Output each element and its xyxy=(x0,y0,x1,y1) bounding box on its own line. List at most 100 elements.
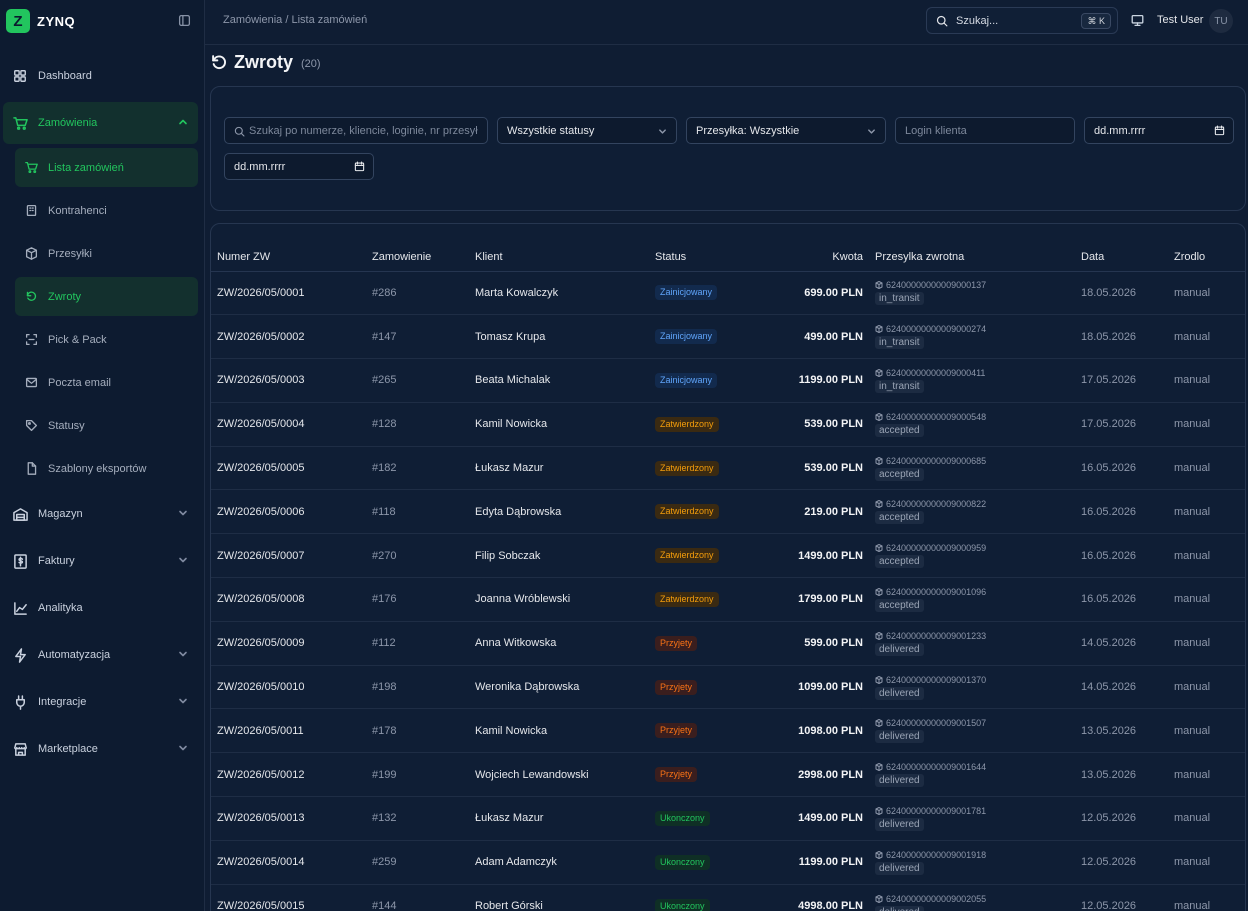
return-number[interactable]: ZW/2026/05/0014 xyxy=(211,840,366,885)
tracking-number[interactable]: 62400000000009000274 xyxy=(875,324,1069,334)
avatar[interactable]: TU xyxy=(1209,9,1233,33)
table-row[interactable]: ZW/2026/05/0003 #265 Beata Michalak Zainicj… xyxy=(211,358,1245,403)
return-number[interactable]: ZW/2026/05/0013 xyxy=(211,796,366,841)
return-number[interactable]: ZW/2026/05/0015 xyxy=(211,884,366,911)
tracking-number[interactable]: 62400000000009001507 xyxy=(875,718,1069,728)
tracking-number[interactable]: 62400000000009001370 xyxy=(875,675,1069,685)
tracking-number[interactable]: 62400000000009000959 xyxy=(875,543,1069,553)
return-number[interactable]: ZW/2026/05/0006 xyxy=(211,489,366,535)
table-row[interactable]: ZW/2026/05/0009 #112 Anna Witkowska Przyjet… xyxy=(211,621,1245,666)
table-row[interactable]: ZW/2026/05/0006 #118 Edyta Dąbrowska Zatwie… xyxy=(211,489,1245,535)
return-number[interactable]: ZW/2026/05/0008 xyxy=(211,577,366,622)
table-row[interactable]: ZW/2026/05/0004 #128 Kamil Nowicka Zatwierd… xyxy=(211,402,1245,447)
sidebar-subitem-szablony-eksportow[interactable]: Szablony eksportów xyxy=(15,449,198,488)
column-header[interactable]: Klient xyxy=(469,224,649,272)
tracking-number[interactable]: 62400000000009001918 xyxy=(875,850,1069,860)
order-link[interactable]: #132 xyxy=(366,796,469,841)
order-link[interactable]: #118 xyxy=(366,489,469,535)
sidebar-subitem-lista-zamowien[interactable]: Lista zamówień xyxy=(15,148,198,187)
return-number[interactable]: ZW/2026/05/0010 xyxy=(211,665,366,710)
return-number[interactable]: ZW/2026/05/0012 xyxy=(211,752,366,798)
calendar-icon[interactable] xyxy=(1214,125,1225,136)
sidebar-item-marketplace[interactable]: Marketplace xyxy=(3,728,198,770)
order-link[interactable]: #182 xyxy=(366,446,469,491)
tracking-number[interactable]: 62400000000009000411 xyxy=(875,368,1069,378)
tracking-number[interactable]: 62400000000009001096 xyxy=(875,587,1069,597)
column-header[interactable]: Numer ZW xyxy=(211,224,366,272)
order-link[interactable]: #199 xyxy=(366,752,469,798)
order-link[interactable]: #112 xyxy=(366,621,469,666)
return-icon xyxy=(211,54,228,71)
table-row[interactable]: ZW/2026/05/0002 #147 Tomasz Krupa Zainicjow… xyxy=(211,314,1245,360)
global-search-button[interactable]: Szukaj... ⌘ K xyxy=(926,7,1118,34)
order-link[interactable]: #178 xyxy=(366,708,469,754)
date-from-input[interactable]: dd.mm.rrrr xyxy=(1084,117,1234,144)
table-row[interactable]: ZW/2026/05/0005 #182 Łukasz Mazur Zatwierdz… xyxy=(211,446,1245,491)
order-link[interactable]: #147 xyxy=(366,314,469,360)
monitor-icon[interactable] xyxy=(1131,14,1144,27)
tracking-number[interactable]: 62400000000009000822 xyxy=(875,499,1069,509)
search-input[interactable]: Szukaj po numerze, kliencie, loginie, nr… xyxy=(224,117,488,144)
return-number[interactable]: ZW/2026/05/0007 xyxy=(211,533,366,579)
column-header[interactable]: Data xyxy=(1075,224,1168,272)
table-row[interactable]: ZW/2026/05/0008 #176 Joanna Wróblewski Zatw… xyxy=(211,577,1245,622)
status-select[interactable]: Wszystkie statusy xyxy=(497,117,677,144)
sidebar-subitem-pick-pack[interactable]: Pick & Pack xyxy=(15,320,198,359)
tracking-number[interactable]: 62400000000009000685 xyxy=(875,456,1069,466)
table-row[interactable]: ZW/2026/05/0015 #144 Robert Górski Ukonczon… xyxy=(211,884,1245,911)
return-number[interactable]: ZW/2026/05/0003 xyxy=(211,358,366,403)
sidebar-subitem-zwroty[interactable]: Zwroty xyxy=(15,277,198,316)
order-link[interactable]: #286 xyxy=(366,271,469,316)
sidebar-item-magazyn[interactable]: Magazyn xyxy=(3,493,198,535)
return-number[interactable]: ZW/2026/05/0002 xyxy=(211,314,366,360)
return-number[interactable]: ZW/2026/05/0009 xyxy=(211,621,366,666)
table-row[interactable]: ZW/2026/05/0010 #198 Weronika Dąbrowska Prz… xyxy=(211,665,1245,710)
order-link[interactable]: #176 xyxy=(366,577,469,622)
table-row[interactable]: ZW/2026/05/0012 #199 Wojciech Lewandowski P… xyxy=(211,752,1245,798)
sidebar-subitem-statusy[interactable]: Statusy xyxy=(15,406,198,445)
tracking-number[interactable]: 62400000000009001781 xyxy=(875,806,1069,816)
column-header[interactable]: Status xyxy=(649,224,757,272)
column-header[interactable]: Kwota xyxy=(757,224,869,272)
return-number[interactable]: ZW/2026/05/0001 xyxy=(211,271,366,316)
tracking-number[interactable]: 62400000000009000137 xyxy=(875,280,1069,290)
sidebar-item-automatyzacja[interactable]: Automatyzacja xyxy=(3,634,198,676)
sidebar-item-dashboard[interactable]: Dashboard xyxy=(3,55,198,97)
sidebar-toggle-icon[interactable] xyxy=(178,14,191,27)
tracking-number[interactable]: 62400000000009002055 xyxy=(875,894,1069,904)
user-name[interactable]: Test User xyxy=(1157,14,1203,26)
sidebar-item-zamowienia[interactable]: Zamówienia xyxy=(3,102,198,144)
sidebar-subitem-poczta-email[interactable]: Poczta email xyxy=(15,363,198,402)
column-header[interactable]: Zamowienie xyxy=(366,224,469,272)
column-header[interactable]: Zrodlo xyxy=(1168,224,1245,272)
brand[interactable]: Z ZYNQ xyxy=(6,8,75,34)
shipment-select[interactable]: Przesyłka: Wszystkie xyxy=(686,117,886,144)
tracking-number[interactable]: 62400000000009000548 xyxy=(875,412,1069,422)
order-link[interactable]: #144 xyxy=(366,884,469,911)
order-link[interactable]: #198 xyxy=(366,665,469,710)
table-row[interactable]: ZW/2026/05/0001 #286 Marta Kowalczyk Zainic… xyxy=(211,271,1245,316)
date-to-input[interactable]: dd.mm.rrrr xyxy=(224,153,374,180)
order-link[interactable]: #259 xyxy=(366,840,469,885)
sidebar-item-analityka[interactable]: Analityka xyxy=(3,587,198,629)
order-link[interactable]: #128 xyxy=(366,402,469,447)
return-number[interactable]: ZW/2026/05/0011 xyxy=(211,708,366,754)
tracking-number[interactable]: 62400000000009001644 xyxy=(875,762,1069,772)
order-link[interactable]: #265 xyxy=(366,358,469,403)
sidebar-subitem-kontrahenci[interactable]: Kontrahenci xyxy=(15,191,198,230)
sidebar-subitem-przesylki[interactable]: Przesyłki xyxy=(15,234,198,273)
tracking-number[interactable]: 62400000000009001233 xyxy=(875,631,1069,641)
calendar-icon[interactable] xyxy=(354,161,365,172)
sidebar-item-faktury[interactable]: Faktury xyxy=(3,540,198,582)
client-login-input[interactable]: Login klienta xyxy=(895,117,1075,144)
column-header[interactable]: Przesylka zwrotna xyxy=(869,224,1075,272)
table-row[interactable]: ZW/2026/05/0011 #178 Kamil Nowicka Przyjety… xyxy=(211,708,1245,754)
table-row[interactable]: ZW/2026/05/0007 #270 Filip Sobczak Zatwierd… xyxy=(211,533,1245,579)
return-number[interactable]: ZW/2026/05/0005 xyxy=(211,446,366,491)
table-row[interactable]: ZW/2026/05/0014 #259 Adam Adamczyk Ukonczon… xyxy=(211,840,1245,885)
sidebar-item-integracje[interactable]: Integracje xyxy=(3,681,198,723)
table-row[interactable]: ZW/2026/05/0013 #132 Łukasz Mazur Ukonczony… xyxy=(211,796,1245,841)
return-number[interactable]: ZW/2026/05/0004 xyxy=(211,402,366,447)
order-link[interactable]: #270 xyxy=(366,533,469,579)
breadcrumb[interactable]: Zamówienia / Lista zamówień xyxy=(223,14,367,26)
